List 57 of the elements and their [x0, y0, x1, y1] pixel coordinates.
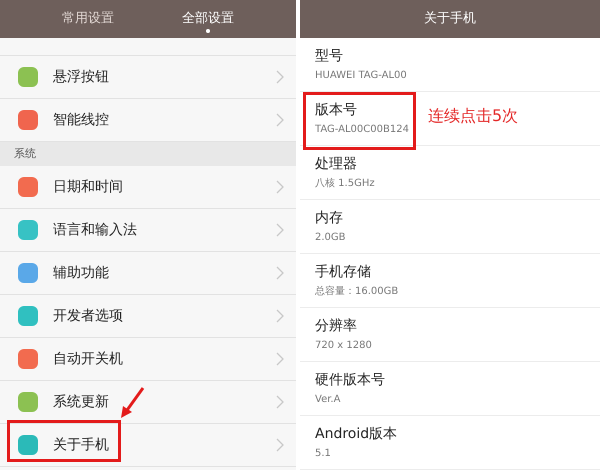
item-title: 内存 — [315, 209, 343, 227]
chevron-icon — [276, 70, 284, 84]
item-title: 处理器 — [315, 155, 357, 173]
settings-item[interactable]: 语言和输入法 — [0, 209, 296, 252]
header-title: 关于手机 — [300, 0, 600, 38]
chevron-icon — [276, 266, 284, 280]
item-label: 语言和输入法 — [53, 220, 137, 240]
chevron-icon — [276, 113, 284, 127]
settings-item[interactable]: 自动开关机 — [0, 338, 296, 381]
info-item[interactable]: 型号 HUAWEI TAG-AL00 — [300, 38, 600, 92]
settings-item[interactable]: 悬浮按钮 — [0, 56, 296, 99]
item-label: 关于手机 — [53, 436, 109, 454]
info-item[interactable]: 手机存储 总容量：16.00GB — [300, 254, 600, 308]
item-label: 智能线控 — [53, 110, 109, 130]
chevron-icon — [276, 438, 284, 452]
chevron-icon — [276, 180, 284, 194]
info-item[interactable]: Android版本 5.1 — [300, 416, 600, 470]
item-label: 自动开关机 — [53, 350, 123, 368]
settings-item[interactable]: 关于手机 — [0, 424, 296, 467]
item-title: 手机存储 — [315, 263, 371, 281]
settings-item[interactable]: 辅助功能 — [0, 252, 296, 295]
item-label: 日期和时间 — [53, 178, 123, 196]
item-title: 硬件版本号 — [315, 371, 385, 389]
item-label: 悬浮按钮 — [53, 68, 109, 86]
item-title: 版本号 — [315, 101, 357, 119]
item-value: 八核 1.5GHz — [315, 177, 375, 191]
item-label: 开发者选项 — [53, 306, 123, 326]
settings-item[interactable]: 开发者选项 — [0, 295, 296, 338]
tab[interactable]: 全部设置 — [172, 0, 244, 38]
item-value: Ver.A — [315, 393, 340, 407]
item-value: TAG-AL00C00B124 — [315, 123, 409, 137]
item-label: 辅助功能 — [53, 264, 109, 282]
chevron-icon — [276, 395, 284, 409]
item-value: 2.0GB — [315, 231, 346, 245]
settings-item[interactable]: 日期和时间 — [0, 166, 296, 209]
info-item[interactable]: 分辨率 720 x 1280 — [300, 308, 600, 362]
item-value: 5.1 — [315, 447, 331, 461]
item-title: 型号 — [315, 47, 343, 65]
settings-item[interactable]: 系统更新 — [0, 381, 296, 424]
tab[interactable]: 常用设置 — [52, 0, 124, 38]
info-item[interactable]: 处理器 八核 1.5GHz — [300, 146, 600, 200]
chevron-icon — [276, 223, 284, 237]
item-label: 系统更新 — [53, 392, 109, 412]
section-header: 系统 — [0, 142, 296, 166]
info-item[interactable]: 硬件版本号 Ver.A — [300, 362, 600, 416]
annotation-text: 连续点击5次 — [428, 105, 518, 127]
selected-dot-icon — [206, 29, 210, 33]
chevron-icon — [276, 352, 284, 366]
item-value: 720 x 1280 — [315, 339, 372, 353]
chevron-icon — [276, 309, 284, 323]
item-title: 分辨率 — [315, 317, 357, 335]
info-item[interactable]: 版本号 TAG-AL00C00B124 连续点击5次 — [300, 92, 600, 146]
info-item[interactable]: 内存 2.0GB — [300, 200, 600, 254]
item-value: HUAWEI TAG-AL00 — [315, 69, 407, 83]
item-title: Android版本 — [315, 425, 398, 443]
arrow-icon — [121, 387, 144, 418]
item-value: 总容量：16.00GB — [315, 285, 398, 299]
